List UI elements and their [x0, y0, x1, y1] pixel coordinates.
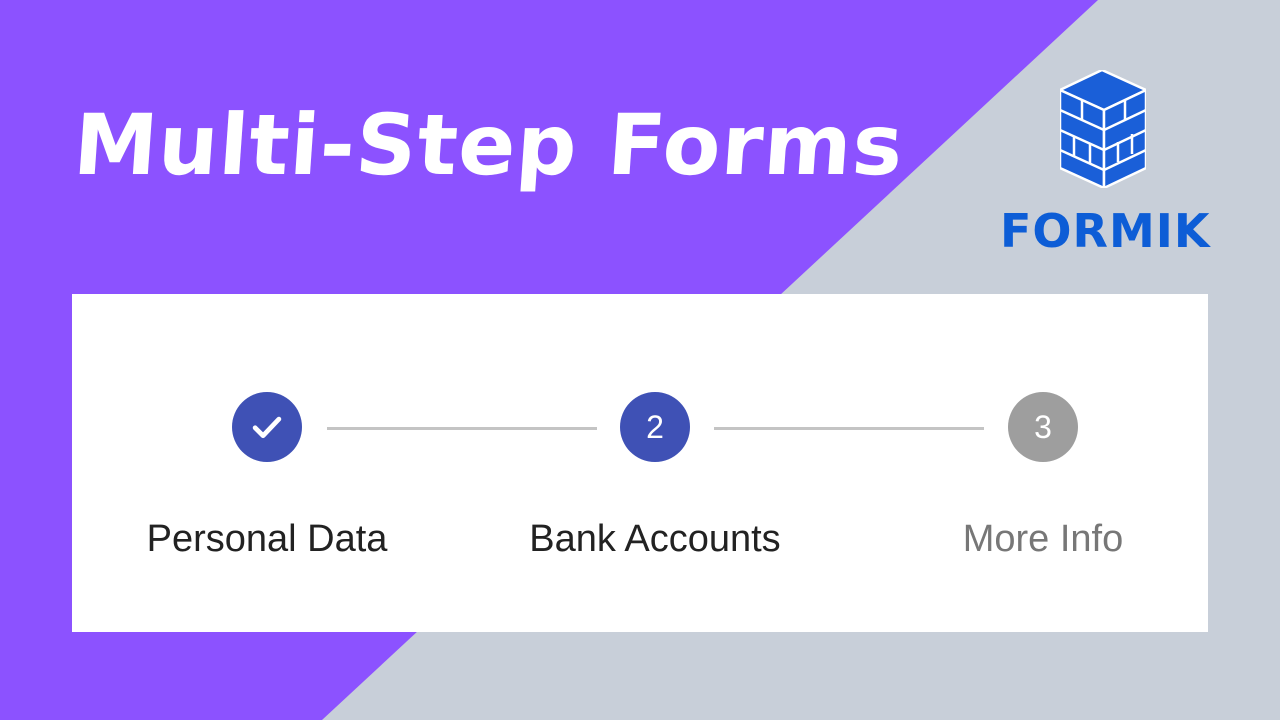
- step-connector-2: [714, 427, 984, 430]
- step-1-label: Personal Data: [146, 518, 388, 560]
- check-icon: [252, 416, 282, 439]
- step-connector-1: [327, 427, 597, 430]
- formik-bricks-icon: [1060, 70, 1146, 188]
- formik-logo-text: FORMIK: [1000, 204, 1211, 258]
- step-3-label: More Info: [962, 518, 1124, 560]
- step-1-circle[interactable]: [232, 392, 302, 462]
- step-2-circle[interactable]: 2: [620, 392, 690, 462]
- headline: Multi-Step Forms: [70, 96, 908, 194]
- step-3-circle[interactable]: 3: [1008, 392, 1078, 462]
- formik-logo: FORMIK: [1000, 70, 1210, 260]
- step-2-label: Bank Accounts: [529, 518, 781, 560]
- stepper-card: Personal Data 2 Bank Accounts 3 More Inf…: [72, 294, 1208, 632]
